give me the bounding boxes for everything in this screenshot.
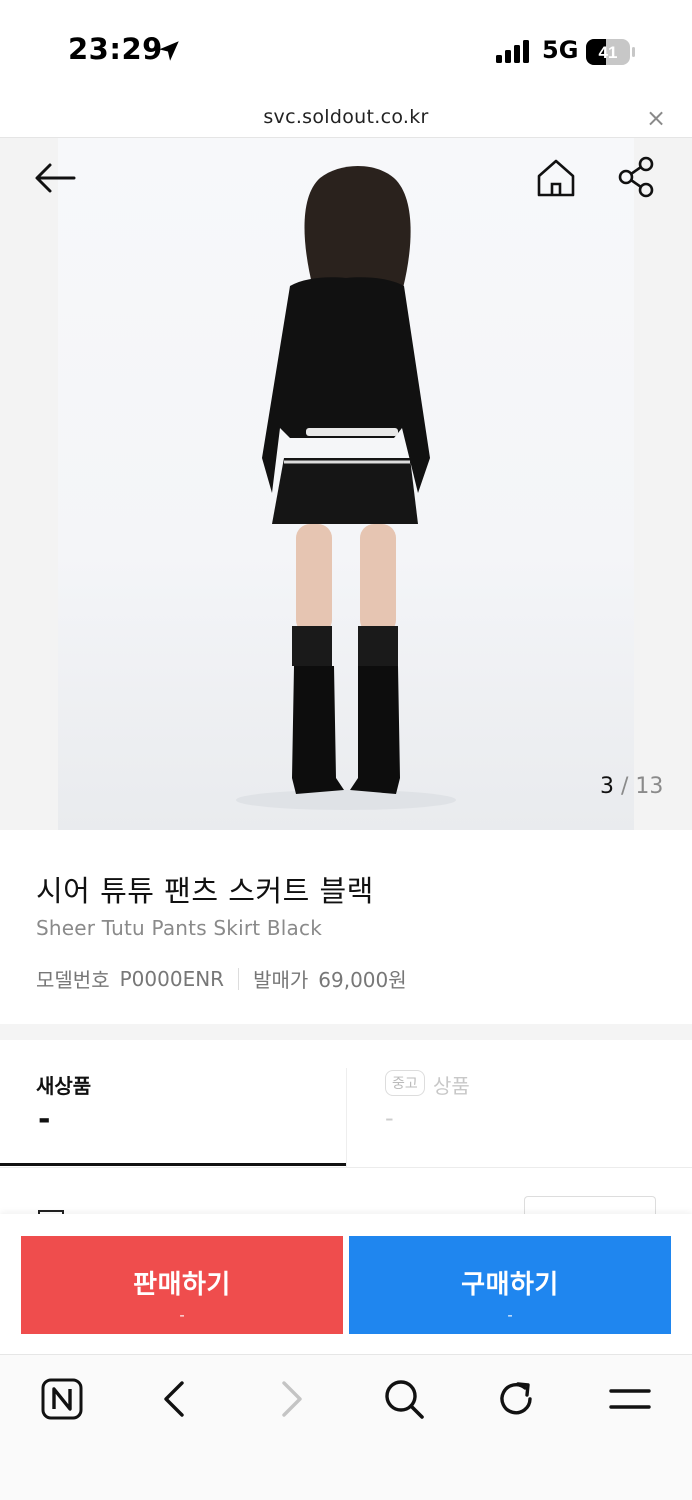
sell-button-label: 판매하기 bbox=[133, 1268, 231, 1299]
used-badge: 중고 bbox=[385, 1070, 425, 1096]
image-counter: 3 / 13 bbox=[600, 774, 663, 799]
coupon-button-partial bbox=[524, 1196, 656, 1216]
tab-new[interactable]: 새상품 - bbox=[0, 1040, 346, 1166]
menu-icon[interactable] bbox=[606, 1375, 654, 1423]
buy-button[interactable]: 구매하기 - bbox=[349, 1236, 671, 1334]
product-image-gallery[interactable]: 3 / 13 bbox=[0, 138, 692, 830]
browser-bottom-nav bbox=[0, 1354, 692, 1500]
tab-used-price: - bbox=[385, 1104, 394, 1132]
release-price-label: 발매가 bbox=[253, 968, 309, 992]
product-meta: 모델번호 P0000ENR 발매가 69,000원 bbox=[36, 964, 407, 993]
image-counter-separator: / bbox=[621, 774, 629, 799]
chevron-left-icon[interactable] bbox=[152, 1375, 200, 1423]
chevron-right-icon[interactable] bbox=[266, 1375, 314, 1423]
naver-icon[interactable] bbox=[38, 1375, 86, 1423]
tab-used-title: 상품 bbox=[433, 1074, 470, 1098]
status-time: 23:29 bbox=[68, 32, 163, 66]
location-arrow-icon bbox=[159, 41, 179, 61]
model-number-value: P0000ENR bbox=[119, 966, 225, 991]
product-name-en: Sheer Tutu Pants Skirt Black bbox=[36, 916, 322, 940]
battery-level: 41 bbox=[599, 43, 618, 62]
model-number-label: 모델번호 bbox=[36, 968, 110, 992]
refresh-icon[interactable] bbox=[492, 1375, 540, 1423]
condition-tabs: 새상품 - 중고 상품 - bbox=[0, 1040, 692, 1168]
search-icon[interactable] bbox=[380, 1375, 428, 1423]
sell-button-price: - bbox=[179, 1306, 185, 1324]
tab-used[interactable]: 중고 상품 - bbox=[346, 1068, 692, 1168]
model-figure-image bbox=[236, 166, 456, 810]
battery-icon: 41 bbox=[586, 39, 635, 65]
close-icon[interactable]: × bbox=[646, 104, 666, 132]
product-info: 시어 튜튜 팬츠 스커트 블랙 Sheer Tutu Pants Skirt B… bbox=[0, 830, 692, 1024]
coupon-row-partial bbox=[0, 1168, 692, 1216]
share-icon[interactable] bbox=[616, 156, 656, 198]
buy-button-price: - bbox=[507, 1306, 513, 1324]
product-name-ko: 시어 튜튜 팬츠 스커트 블랙 bbox=[36, 874, 374, 908]
sell-button[interactable]: 판매하기 - bbox=[21, 1236, 343, 1334]
back-arrow-icon[interactable] bbox=[30, 158, 78, 198]
url-bar[interactable]: svc.soldout.co.kr × bbox=[0, 100, 692, 138]
action-bar: 판매하기 - 구매하기 - bbox=[0, 1214, 692, 1354]
url-text[interactable]: svc.soldout.co.kr bbox=[0, 106, 692, 128]
image-counter-current: 3 bbox=[600, 774, 614, 799]
section-divider bbox=[0, 1024, 692, 1040]
release-price-value: 69,000원 bbox=[318, 968, 407, 992]
tab-new-title: 새상품 bbox=[36, 1074, 92, 1098]
tab-new-price: - bbox=[38, 1102, 51, 1137]
network-label: 5G bbox=[542, 36, 579, 64]
image-counter-total: 13 bbox=[635, 774, 664, 799]
buy-button-label: 구매하기 bbox=[461, 1268, 559, 1299]
signal-icon bbox=[496, 40, 529, 63]
status-bar: 23:29 5G 41 bbox=[0, 0, 692, 100]
home-icon[interactable] bbox=[534, 156, 578, 200]
meta-divider bbox=[238, 967, 240, 990]
